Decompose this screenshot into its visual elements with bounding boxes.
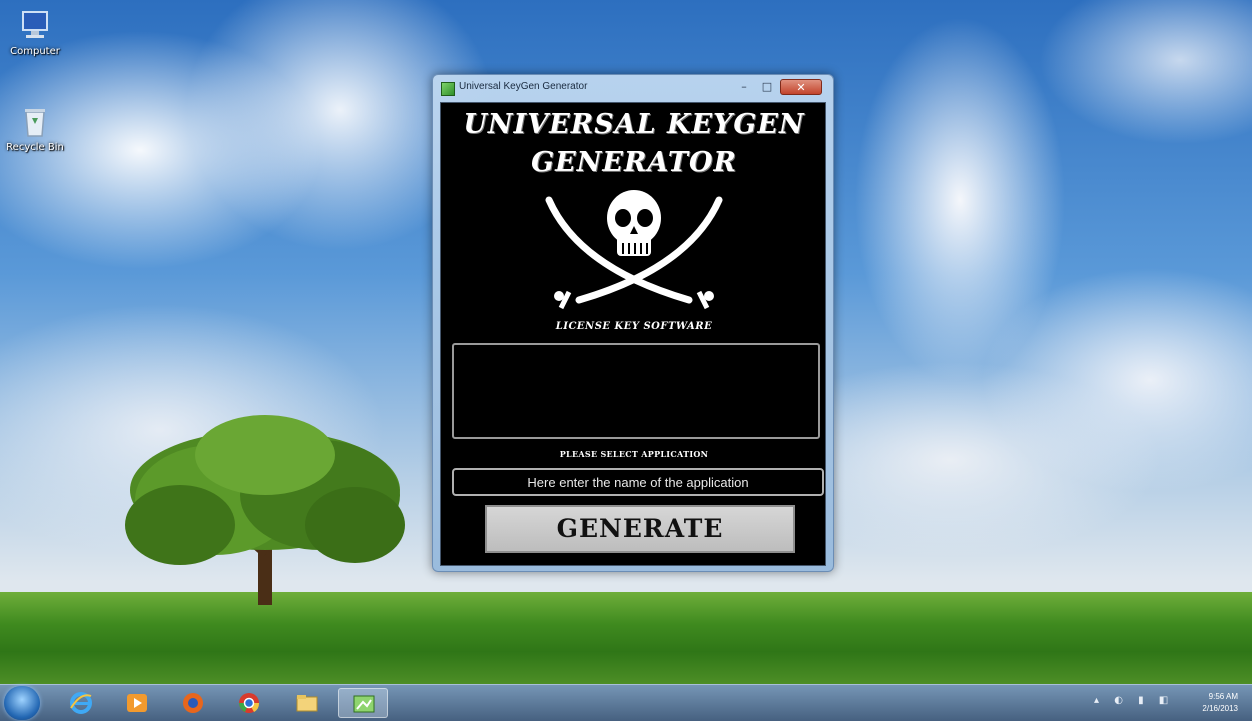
application-name-input[interactable] xyxy=(452,468,824,496)
firefox-icon xyxy=(183,693,203,713)
tray-icons[interactable]: ▴ ◐ ▮ ◧ xyxy=(1094,695,1174,706)
window-titlebar[interactable]: Universal KeyGen Generator – □ ✕ xyxy=(433,75,833,101)
generate-button[interactable]: GENERATE xyxy=(485,505,795,553)
taskbar-chrome[interactable] xyxy=(224,688,274,718)
chrome-icon xyxy=(239,693,260,713)
internet-explorer-icon xyxy=(70,692,92,714)
desktop-background: Computer Recycle Bin Universal KeyGen Ge… xyxy=(0,0,1252,684)
desktop-icon-label: Recycle Bin xyxy=(6,142,64,153)
taskbar-file-explorer[interactable] xyxy=(282,688,332,718)
heading-line-2: GENERATOR xyxy=(531,147,737,178)
computer-icon xyxy=(20,8,50,42)
license-key-output[interactable] xyxy=(452,343,820,439)
keygen-app-icon xyxy=(353,695,375,713)
heading-line-1: UNIVERSAL KEYGEN xyxy=(463,109,805,140)
desktop-icon-label: Computer xyxy=(10,46,60,57)
grass-field xyxy=(0,592,1252,684)
keygen-panel: UNIVERSAL KEYGEN GENERATOR LICENSE KEY S… xyxy=(440,102,826,566)
taskbar: ▴ ◐ ▮ ◧ 9:56 AM 2/16/2013 xyxy=(0,684,1252,721)
keygen-window[interactable]: Universal KeyGen Generator – □ ✕ UNIVERS… xyxy=(432,74,834,572)
app-icon xyxy=(441,82,455,96)
tree-image xyxy=(125,415,405,605)
start-orb-icon[interactable] xyxy=(4,686,40,720)
clock-time: 9:56 AM xyxy=(1208,692,1238,701)
tagline: LICENSE KEY SOFTWARE xyxy=(555,321,713,332)
select-application-label: PLEASE SELECT APPLICATION xyxy=(559,449,709,459)
clock-date: 2/16/2013 xyxy=(1202,704,1238,713)
skull-crossed-swords-icon xyxy=(545,190,723,310)
file-explorer-icon xyxy=(296,695,318,712)
window-title: Universal KeyGen Generator xyxy=(459,81,588,92)
minimize-button[interactable]: – xyxy=(733,79,755,95)
media-player-icon xyxy=(127,694,147,712)
taskbar-media-player[interactable] xyxy=(112,688,162,718)
maximize-button[interactable]: □ xyxy=(756,79,778,95)
desktop-icon-computer[interactable]: Computer xyxy=(0,8,70,58)
taskbar-firefox[interactable] xyxy=(168,688,218,718)
taskbar-keygen-app[interactable] xyxy=(338,688,388,718)
recycle-bin-icon xyxy=(20,104,50,138)
taskbar-internet-explorer[interactable] xyxy=(56,688,106,718)
system-tray: ▴ ◐ ▮ ◧ 9:56 AM 2/16/2013 xyxy=(1094,690,1244,716)
clock[interactable]: 9:56 AM 2/16/2013 xyxy=(1202,691,1238,715)
close-button[interactable]: ✕ xyxy=(780,79,822,95)
desktop-icon-recycle-bin[interactable]: Recycle Bin xyxy=(0,104,70,154)
